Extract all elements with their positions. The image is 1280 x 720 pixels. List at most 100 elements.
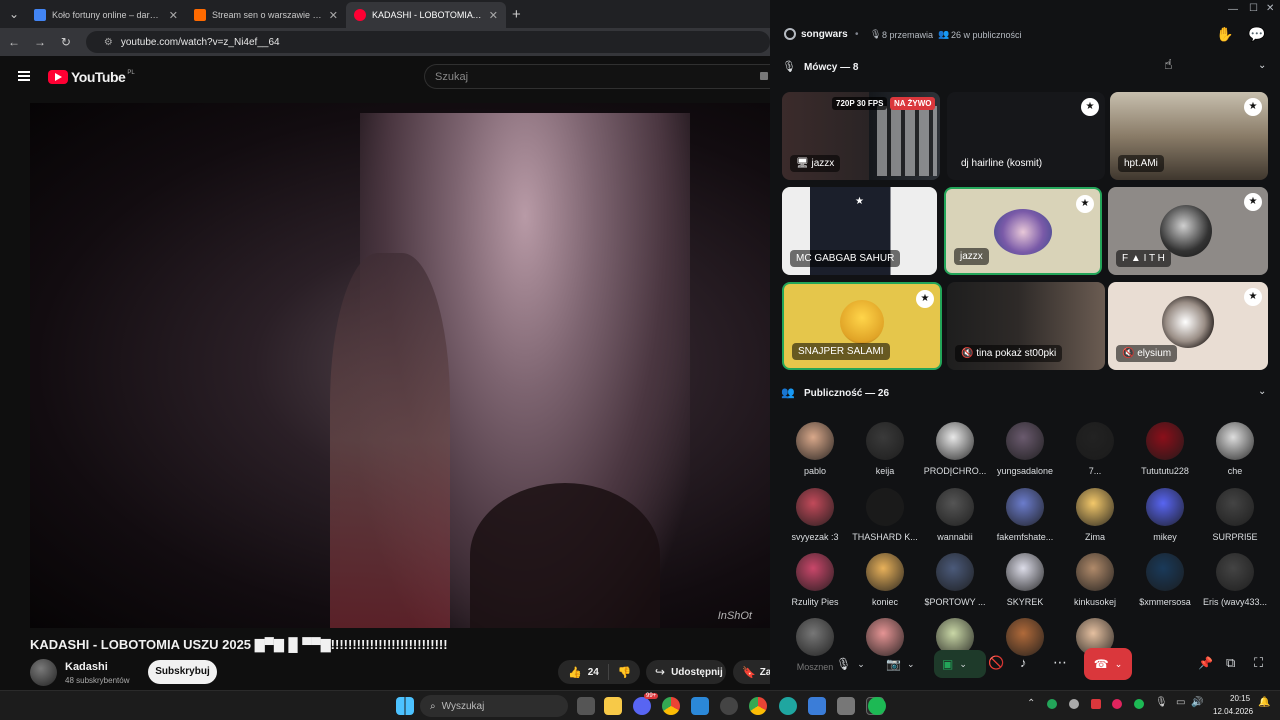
share-button[interactable]: ↪ Udostępnij <box>646 660 726 684</box>
speaker-tile-speaking[interactable]: ★ SNAJPER SALAMI <box>782 282 942 370</box>
browser-tab-1[interactable]: Koło fortuny online – darmowe ✕ <box>26 2 186 28</box>
fullscreen-icon[interactable]: ⛶ <box>1254 655 1263 671</box>
tray-icon[interactable] <box>1069 699 1079 709</box>
audience-avatar[interactable] <box>1006 488 1044 526</box>
speaker-tile[interactable]: ★ hpt.AMi <box>1110 92 1268 180</box>
app-icon[interactable] <box>720 697 738 715</box>
minimize-window-icon[interactable]: — <box>1228 4 1238 15</box>
popout-icon[interactable]: ⧉ <box>1226 655 1235 671</box>
audience-avatar[interactable] <box>1006 618 1044 656</box>
collapse-audience-icon[interactable]: ⌄ <box>1258 386 1266 397</box>
audience-avatar[interactable] <box>1216 488 1254 526</box>
youtube-logo[interactable]: YouTube PL <box>48 69 135 85</box>
subscribe-button[interactable]: Subskrybuj <box>148 660 217 684</box>
channel-name[interactable]: Kadashi <box>65 661 108 673</box>
audience-avatar[interactable] <box>1076 553 1114 591</box>
mic-control[interactable]: 🎙 ⌄ <box>836 651 882 677</box>
audience-avatar[interactable] <box>1076 422 1114 460</box>
back-icon[interactable]: ← <box>8 35 20 49</box>
audience-avatar[interactable] <box>796 488 834 526</box>
audience-avatar[interactable] <box>1146 422 1184 460</box>
close-tab-icon[interactable]: ✕ <box>169 9 178 22</box>
pin-icon[interactable]: 📌 <box>1198 656 1213 670</box>
chevron-down-icon[interactable]: ⌄ <box>857 659 865 670</box>
clock-time[interactable]: 20:15 <box>1230 694 1250 703</box>
speaker-tile[interactable]: ★ 🔇 elysium <box>1108 282 1268 370</box>
like-icon[interactable]: 👍 <box>568 666 582 679</box>
tray-icon[interactable] <box>1047 699 1057 709</box>
tray-icon[interactable] <box>1091 699 1101 709</box>
save-button[interactable]: 🔖 Za <box>733 660 770 684</box>
audience-avatar[interactable] <box>1146 553 1184 591</box>
audience-avatar[interactable] <box>866 488 904 526</box>
clock-date[interactable]: 12.04.2026 <box>1213 707 1253 716</box>
camera-control[interactable]: 📷 ⌄ <box>886 651 932 677</box>
site-info-icon[interactable]: ⚙ <box>104 37 113 48</box>
audience-avatar[interactable] <box>1146 488 1184 526</box>
audience-avatar[interactable] <box>936 553 974 591</box>
new-tab-icon[interactable]: + <box>512 6 521 23</box>
audience-avatar[interactable] <box>796 422 834 460</box>
notifications-icon[interactable]: 🔔 <box>1258 697 1270 708</box>
soundboard-icon[interactable]: ♪ <box>1020 655 1027 670</box>
discord-taskbar-icon[interactable] <box>633 697 651 715</box>
maximize-window-icon[interactable]: ☐ <box>1249 3 1258 14</box>
more-options-icon[interactable]: ⋯ <box>1053 654 1067 671</box>
calculator-icon[interactable] <box>837 697 855 715</box>
audience-avatar[interactable] <box>1216 422 1254 460</box>
tray-icon[interactable] <box>1112 699 1122 709</box>
chrome-icon[interactable] <box>662 697 680 715</box>
task-view-icon[interactable] <box>577 697 595 715</box>
speaker-tile[interactable]: 🔇 tina pokaż st00pki <box>947 282 1105 370</box>
activity-off-icon[interactable]: 🚫 <box>988 655 1004 671</box>
audience-avatar[interactable] <box>936 422 974 460</box>
browser-tab-2[interactable]: Stream sen o warszawie by 4na ✕ <box>186 2 346 28</box>
file-explorer-icon[interactable] <box>604 697 622 715</box>
keyboard-icon[interactable] <box>760 72 768 80</box>
speaker-tile-speaking[interactable]: ★ jazzx <box>944 187 1102 275</box>
dislike-icon[interactable]: 👎 <box>618 666 632 679</box>
audience-avatar[interactable] <box>1006 553 1044 591</box>
audience-avatar[interactable] <box>1216 553 1254 591</box>
audience-avatar[interactable] <box>1006 422 1044 460</box>
tray-icon[interactable] <box>1134 699 1144 709</box>
chat-icon[interactable]: 💬 <box>1248 26 1265 43</box>
volume-icon[interactable]: 🔊 <box>1191 697 1203 708</box>
channel-avatar[interactable] <box>30 659 57 686</box>
disconnect-button[interactable]: ☎ ⌄ <box>1084 648 1132 680</box>
screen-share-control[interactable]: ▣ ⌄ <box>934 650 986 678</box>
spotify-icon[interactable] <box>868 697 886 715</box>
audience-avatar[interactable] <box>936 488 974 526</box>
forward-icon[interactable]: → <box>34 35 46 49</box>
reload-icon[interactable]: ↻ <box>60 35 72 49</box>
chevron-down-icon[interactable]: ⌄ <box>907 659 915 670</box>
speaker-tile[interactable]: ★ MC GABGAB SAHUR <box>782 187 937 275</box>
raise-hand-icon[interactable]: ✋ <box>1216 26 1233 43</box>
tray-overflow-icon[interactable]: ⌃ <box>1027 698 1035 709</box>
notepad-icon[interactable] <box>808 697 826 715</box>
collapse-speakers-icon[interactable]: ⌄ <box>1258 60 1266 71</box>
speaker-tile[interactable]: ★ dj hairline (kosmit) <box>947 92 1105 180</box>
chevron-down-icon[interactable]: ⌄ <box>1115 659 1123 670</box>
tab-list-icon[interactable]: ⌄ <box>8 7 20 21</box>
audience-avatar[interactable] <box>866 553 904 591</box>
edge-icon[interactable] <box>779 697 797 715</box>
windows-start-icon[interactable] <box>396 697 414 715</box>
audience-avatar[interactable] <box>796 618 834 656</box>
audience-avatar[interactable] <box>796 553 834 591</box>
speaker-tile[interactable]: ★ F ▲ I T H <box>1108 187 1268 275</box>
chevron-down-icon[interactable]: ⌄ <box>959 659 967 670</box>
close-tab-icon[interactable]: ✕ <box>329 9 338 22</box>
audience-avatar[interactable] <box>1076 488 1114 526</box>
search-input[interactable]: Szukaj <box>424 64 770 89</box>
close-window-icon[interactable]: ✕ <box>1266 3 1274 14</box>
network-icon[interactable]: ▭ <box>1176 697 1185 708</box>
speaker-tile-stream[interactable]: 720P 30 FPS NA ŻYWO 🖥 jazzx <box>782 92 940 180</box>
app-icon[interactable] <box>691 697 709 715</box>
audience-avatar[interactable] <box>866 422 904 460</box>
taskbar-search[interactable]: ⌕ Wyszukaj <box>420 695 568 717</box>
browser-tab-3[interactable]: KADASHI - LOBOTOMIA USZU ✕ <box>346 2 506 28</box>
video-player[interactable]: InShOt <box>30 103 770 628</box>
url-field[interactable]: ⚙ youtube.com/watch?v=z_Ni4ef__64 <box>85 31 770 53</box>
chrome-icon[interactable] <box>749 697 767 715</box>
